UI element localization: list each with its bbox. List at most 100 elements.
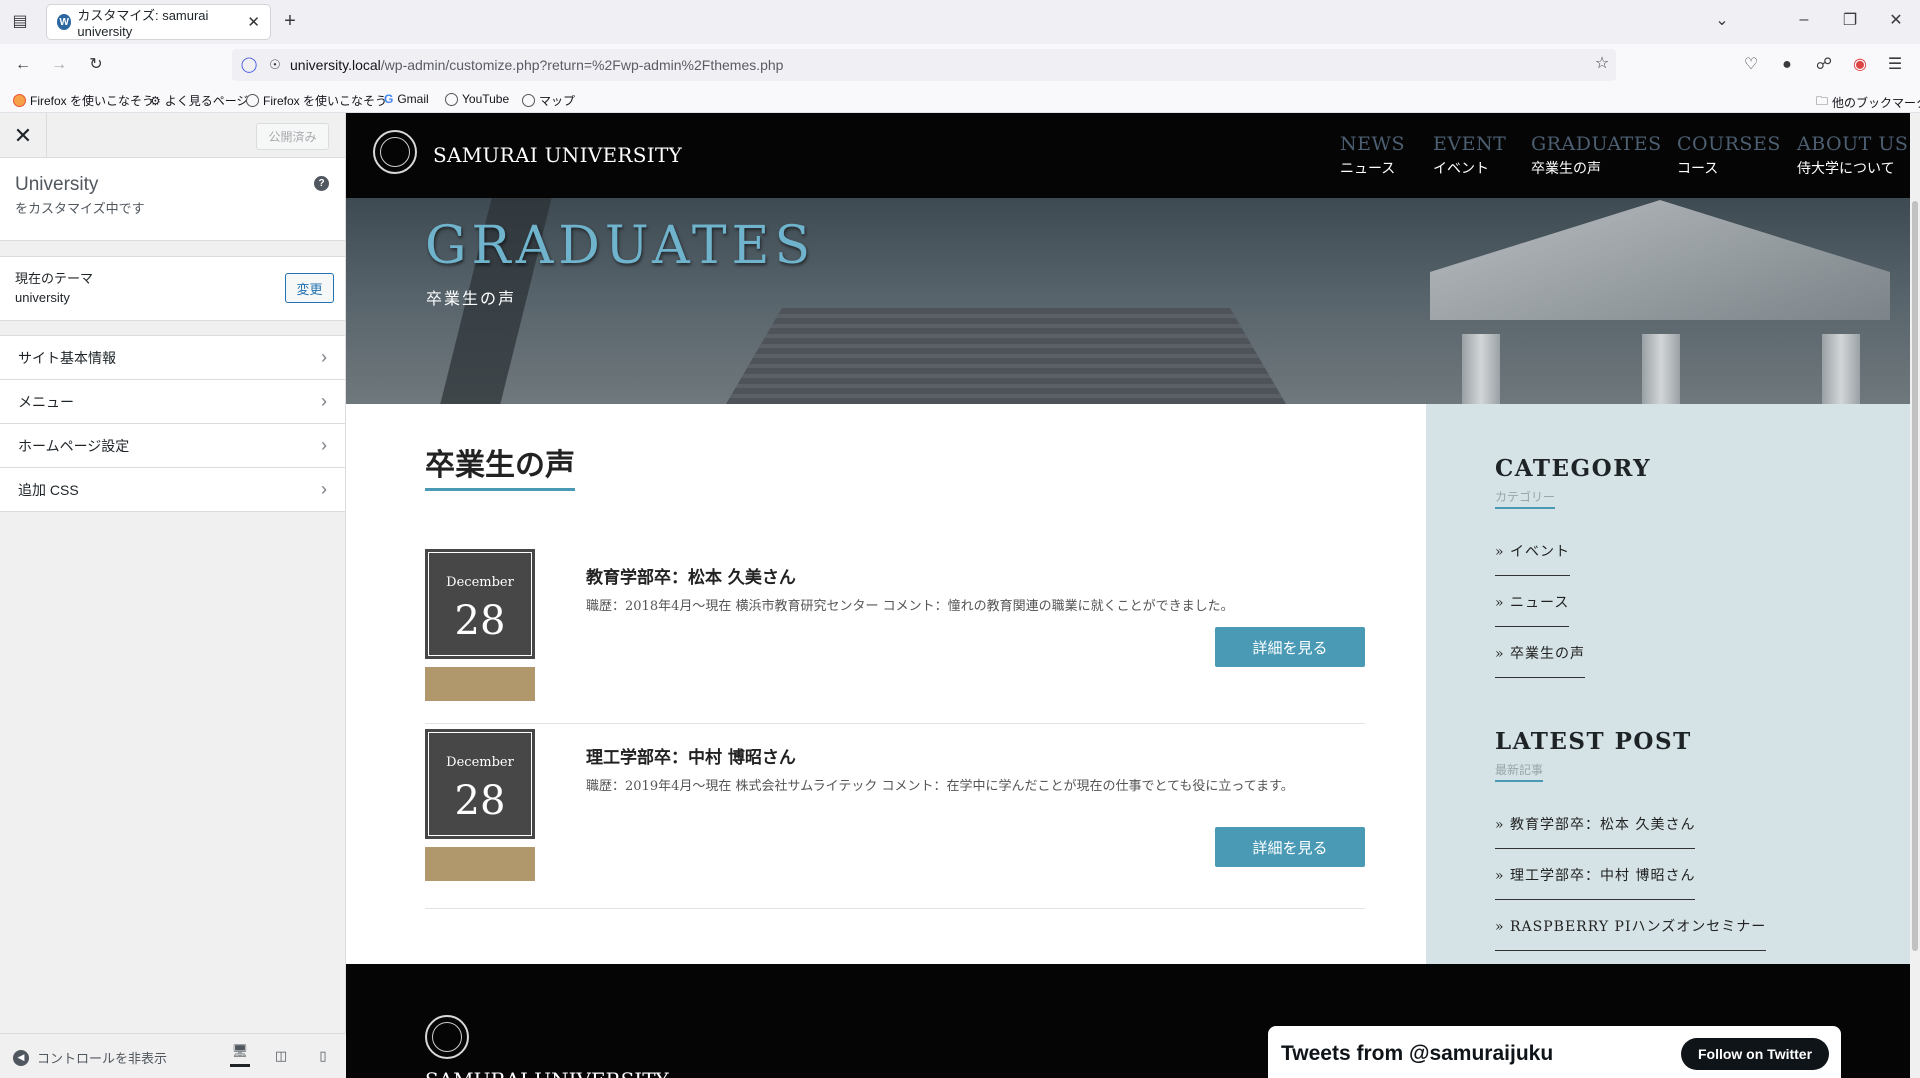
category-link[interactable]: » ニュース bbox=[1495, 592, 1570, 627]
post-title[interactable]: 教育学部卒：松本 久美さん bbox=[586, 563, 796, 588]
bookmark-item[interactable]: ⚙ よく見るページ bbox=[150, 92, 249, 109]
site-preview: SAMURAI UNIVERSITY NEWS ニュース EVENT イベント GR… bbox=[346, 113, 1920, 1078]
site-header: SAMURAI UNIVERSITY NEWS ニュース EVENT イベント GR… bbox=[346, 113, 1920, 198]
twitter-widget-title: Tweets from @samuraijuku bbox=[1281, 1042, 1554, 1065]
latest-post-title: LATEST POST bbox=[1495, 728, 1692, 755]
post-excerpt: 職歴：2018年4月～現在 横浜市教育研究センター コメント：憧れの教育関連の職… bbox=[586, 599, 1234, 614]
account-icon[interactable]: ● bbox=[1776, 57, 1798, 73]
bookmark-star-icon[interactable]: ☆ bbox=[1591, 56, 1613, 72]
mobile-preview-icon[interactable]: ▯ bbox=[313, 1046, 333, 1066]
bookmark-item[interactable]: Firefox を使いこなそう bbox=[246, 92, 387, 109]
site-title: University bbox=[15, 174, 99, 195]
url-bar[interactable]: ◯ ☉ university.local/wp-admin/customize.… bbox=[232, 49, 1616, 81]
date-accent-bar bbox=[425, 667, 535, 701]
post-excerpt: 職歴：2019年4月～現在 株式会社サムライテック コメント：在学中に学んだこと… bbox=[586, 779, 1294, 794]
minimize-icon[interactable]: – bbox=[1793, 12, 1815, 28]
hero-title: GRADUATES bbox=[425, 216, 816, 276]
close-window-icon[interactable]: ✕ bbox=[1885, 13, 1907, 29]
nav-courses[interactable]: COURSES コース bbox=[1677, 133, 1781, 178]
university-logo[interactable] bbox=[373, 130, 417, 174]
customizer-header: ✕ 公開済み bbox=[0, 113, 345, 158]
read-more-button[interactable]: 詳細を見る bbox=[1215, 627, 1365, 667]
collapse-icon: ◀ bbox=[13, 1049, 29, 1066]
close-tab-icon[interactable]: ✕ bbox=[247, 13, 260, 31]
footer-site-name: SAMURAI UNIVERSITY bbox=[425, 1068, 669, 1078]
latest-post-subtitle: 最新記事 bbox=[1495, 761, 1544, 782]
lock-icon[interactable]: ☉ bbox=[264, 57, 286, 73]
bookmarks-bar: Firefox を使いこなそう ⚙ よく見るページ Firefox を使いこなそう… bbox=[0, 86, 1920, 113]
category-link[interactable]: » 卒業生の声 bbox=[1495, 643, 1586, 678]
pocket-icon[interactable]: ♡ bbox=[1740, 57, 1762, 73]
gear-icon: ⚙ bbox=[150, 93, 161, 108]
wordpress-icon: W bbox=[57, 14, 72, 30]
hero-banner: GRADUATES 卒業生の声 bbox=[346, 198, 1920, 404]
folder-icon: 🗀 bbox=[1816, 94, 1829, 108]
forward-icon[interactable]: → bbox=[48, 57, 70, 73]
menu-icon[interactable]: ☰ bbox=[1884, 57, 1906, 73]
globe-icon bbox=[445, 92, 458, 106]
browser-tab-active[interactable]: W カスタマイズ: samurai university ✕ bbox=[47, 5, 270, 39]
shield-icon[interactable]: ◯ bbox=[238, 57, 260, 73]
page-heading: 卒業生の声 bbox=[425, 440, 575, 491]
desktop-preview-icon[interactable]: 🖥 bbox=[230, 1034, 250, 1067]
bookmark-item[interactable]: G Gmail bbox=[384, 92, 429, 106]
current-theme-section: 現在のテーマ university 変更 bbox=[0, 256, 345, 321]
section-menus[interactable]: メニュー › bbox=[0, 380, 345, 424]
back-icon[interactable]: ← bbox=[12, 57, 34, 73]
post-date: December 28 bbox=[425, 729, 535, 839]
reload-icon[interactable]: ↻ bbox=[85, 57, 107, 73]
customizer-footer: ◀ コントロールを非表示 🖥 ◫ ▯ bbox=[0, 1033, 346, 1078]
category-link[interactable]: » イベント bbox=[1495, 541, 1571, 576]
section-additional-css[interactable]: 追加 CSS › bbox=[0, 468, 345, 512]
tablet-preview-icon[interactable]: ◫ bbox=[271, 1046, 291, 1066]
customizer-info: University をカスタマイズ中です ? bbox=[0, 158, 345, 241]
customizer-sections: サイト基本情報 › メニュー › ホームページ設定 › 追加 CSS › bbox=[0, 335, 345, 512]
section-homepage-settings[interactable]: ホームページ設定 › bbox=[0, 424, 345, 468]
category-title: CATEGORY bbox=[1495, 455, 1652, 482]
new-tab-icon[interactable]: + bbox=[279, 11, 301, 31]
change-theme-button[interactable]: 変更 bbox=[285, 273, 334, 303]
post-item: December 28 教育学部卒：松本 久美さん 職歴：2018年4月～現在 横… bbox=[425, 549, 1365, 724]
extensions-icon[interactable]: ☍ bbox=[1813, 57, 1835, 73]
hide-controls-button[interactable]: ◀ コントロールを非表示 bbox=[13, 1048, 167, 1067]
browser-tab-bar: ▤ W カスタマイズ: samurai university ✕ + ⌄ – ❐… bbox=[0, 0, 1920, 44]
tab-list-icon[interactable]: ▤ bbox=[9, 14, 31, 30]
chevron-right-icon: › bbox=[321, 347, 327, 367]
other-bookmarks[interactable]: 🗀 他のブックマーク bbox=[1816, 92, 1920, 113]
latest-post-link[interactable]: » 教育学部卒：松本 久美さん bbox=[1495, 814, 1696, 849]
help-icon[interactable]: ? bbox=[314, 176, 329, 191]
category-subtitle: カテゴリー bbox=[1495, 488, 1556, 509]
bookmark-item[interactable]: YouTube bbox=[445, 92, 509, 106]
latest-post-link[interactable]: » RASPBERRY PIハンズオンセミナー bbox=[1495, 916, 1767, 951]
latest-post-link[interactable]: » 理工学部卒：中村 博昭さん bbox=[1495, 865, 1696, 900]
nav-graduates[interactable]: GRADUATES 卒業生の声 bbox=[1531, 133, 1662, 178]
footer-logo[interactable] bbox=[425, 1015, 469, 1059]
bookmark-item[interactable]: Firefox を使いこなそう bbox=[13, 92, 154, 109]
chevron-down-icon[interactable]: ⌄ bbox=[1711, 13, 1733, 29]
section-site-identity[interactable]: サイト基本情報 › bbox=[0, 336, 345, 380]
nav-event[interactable]: EVENT イベント bbox=[1433, 133, 1506, 178]
publish-button[interactable]: 公開済み bbox=[256, 123, 329, 150]
chevron-right-icon: › bbox=[321, 479, 327, 499]
restore-icon[interactable]: ❐ bbox=[1839, 13, 1861, 29]
nav-about[interactable]: ABOUT US 侍大学について bbox=[1797, 133, 1908, 178]
preview-scrollbar[interactable] bbox=[1910, 113, 1920, 1078]
globe-icon bbox=[522, 94, 535, 107]
twitter-widget: Tweets from @samuraijuku Follow on Twitt… bbox=[1268, 1026, 1841, 1078]
profile-icon[interactable]: ◉ bbox=[1849, 57, 1871, 73]
close-customizer-button[interactable]: ✕ bbox=[0, 113, 47, 158]
read-more-button[interactable]: 詳細を見る bbox=[1215, 827, 1365, 867]
tab-title: カスタマイズ: samurai university bbox=[77, 8, 209, 39]
chevron-right-icon: › bbox=[321, 391, 327, 411]
site-name[interactable]: SAMURAI UNIVERSITY bbox=[433, 143, 682, 167]
bookmark-item[interactable]: マップ bbox=[522, 92, 575, 109]
main-content: 卒業生の声 bbox=[425, 440, 1365, 491]
customizing-text: をカスタマイズ中です bbox=[15, 201, 145, 216]
globe-icon bbox=[246, 94, 259, 107]
current-theme-name: university bbox=[15, 290, 70, 305]
nav-news[interactable]: NEWS ニュース bbox=[1340, 133, 1405, 178]
date-accent-bar bbox=[425, 847, 535, 881]
site-footer: SAMURAI UNIVERSITY Tweets from @samuraij… bbox=[346, 964, 1920, 1078]
follow-twitter-button[interactable]: Follow on Twitter bbox=[1681, 1038, 1829, 1070]
post-title[interactable]: 理工学部卒：中村 博昭さん bbox=[586, 743, 796, 768]
